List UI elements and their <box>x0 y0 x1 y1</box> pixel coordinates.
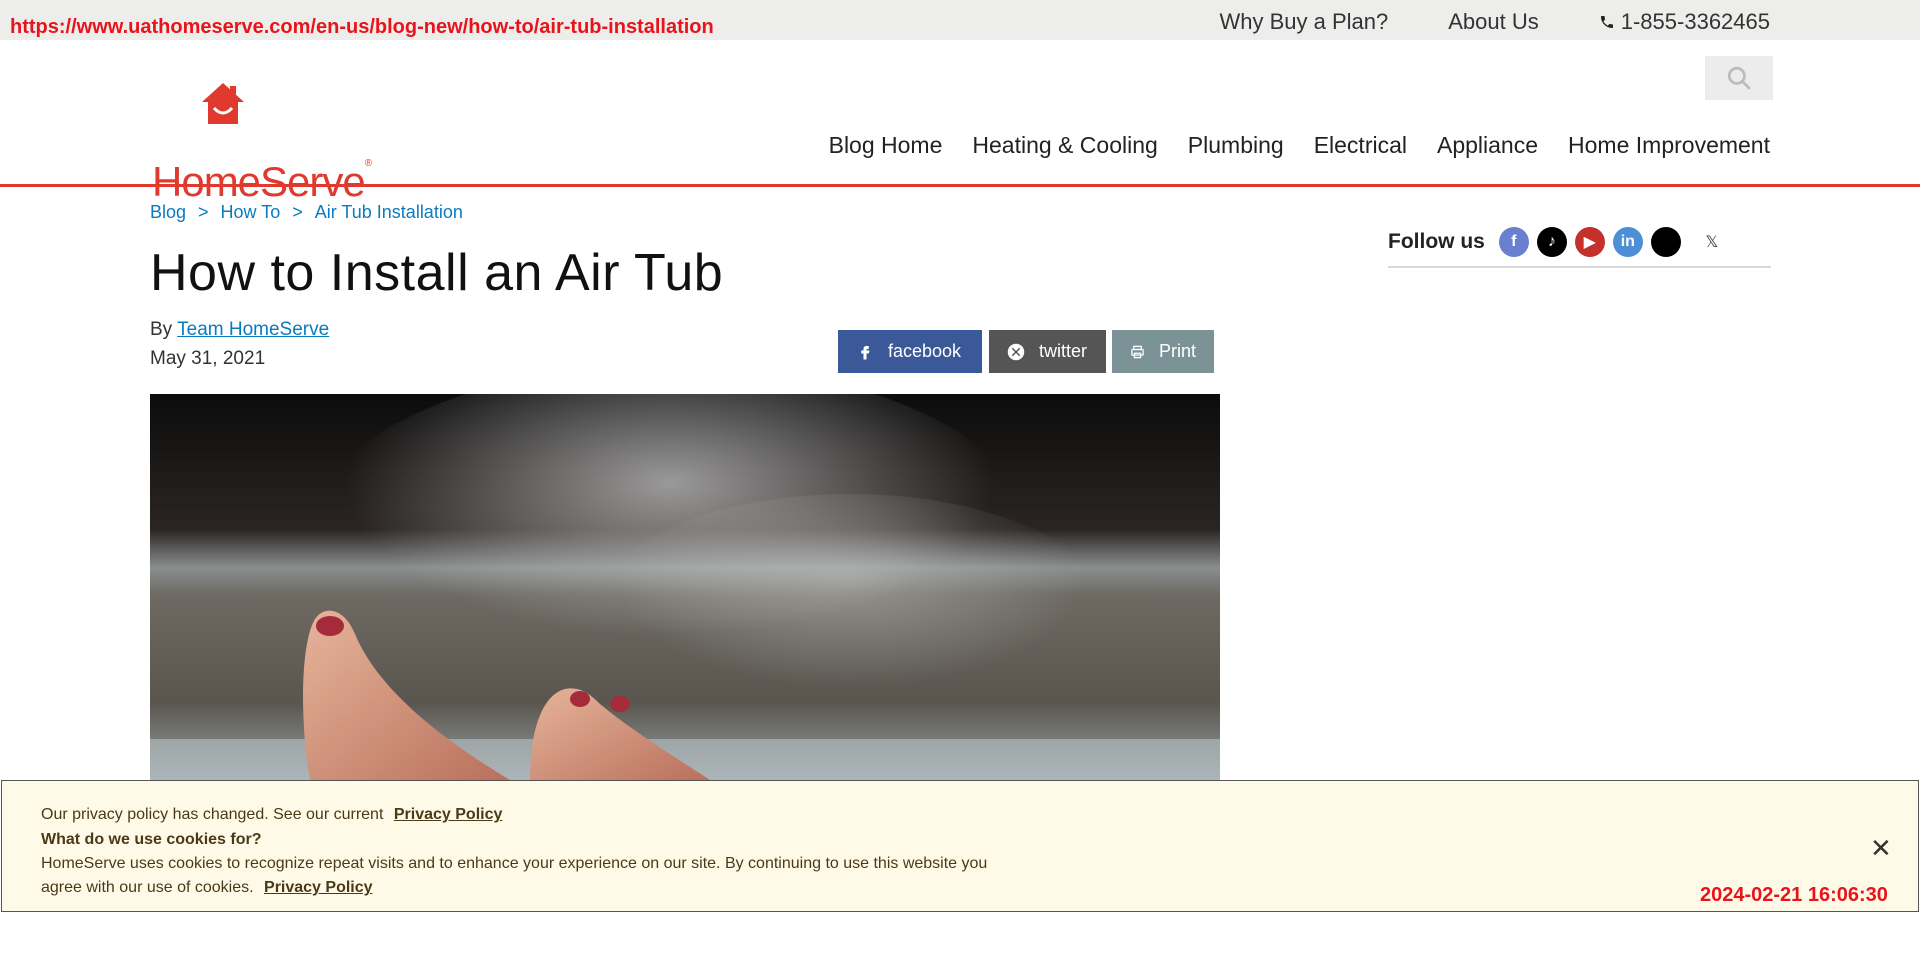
search-icon <box>1727 66 1751 90</box>
nav-home-improvement[interactable]: Home Improvement <box>1568 132 1770 159</box>
site-header: HomeServe® Blog Home Heating & Cooling P… <box>0 40 1920 205</box>
why-buy-plan-link[interactable]: Why Buy a Plan? <box>1220 9 1389 35</box>
byline-prefix: By <box>150 319 173 340</box>
nav-appliance[interactable]: Appliance <box>1437 132 1538 159</box>
breadcrumb: Blog > How To > Air Tub Installation <box>150 202 463 223</box>
phone-link[interactable]: 1-855-3362465 <box>1599 9 1770 35</box>
url-overlay: https://www.uathomeserve.com/en-us/blog-… <box>10 16 714 38</box>
cookie-description: HomeServe uses cookies to recognize repe… <box>41 855 988 872</box>
page-title: How to Install an Air Tub <box>150 244 724 302</box>
main-nav: Blog Home Heating & Cooling Plumbing Ele… <box>829 132 1770 159</box>
youtube-icon[interactable]: ▶ <box>1574 227 1605 257</box>
nav-electrical[interactable]: Electrical <box>1314 132 1407 159</box>
cookie-banner: Our privacy policy has changed. See our … <box>1 780 1919 912</box>
byline: By Team HomeServe <box>150 319 329 341</box>
close-icon[interactable]: ✕ <box>1870 833 1892 864</box>
timestamp-overlay: 2024-02-21 16:06:30 <box>1700 884 1888 906</box>
threads-icon[interactable] <box>1650 227 1681 257</box>
about-us-link[interactable]: About Us <box>1448 9 1539 35</box>
homeserve-logo[interactable]: HomeServe® <box>150 80 372 205</box>
cookie-line-4: agree with our use of cookies. Privacy P… <box>41 879 373 897</box>
logo-wordmark: HomeServe® <box>152 158 372 205</box>
utility-links: Why Buy a Plan? About Us 1-855-3362465 <box>1220 9 1771 35</box>
search-button[interactable] <box>1705 56 1773 100</box>
breadcrumb-how-to[interactable]: How To <box>221 202 281 223</box>
breadcrumb-air-tub-installation[interactable]: Air Tub Installation <box>315 202 463 223</box>
breadcrumb-separator: > <box>292 202 303 222</box>
breadcrumb-separator: > <box>198 202 209 222</box>
share-twitter-button[interactable]: twitter <box>989 330 1106 373</box>
print-icon <box>1131 345 1144 358</box>
hero-image <box>150 394 1220 780</box>
follow-us-label: Follow us <box>1388 230 1485 253</box>
facebook-icon[interactable]: f <box>1498 227 1529 257</box>
privacy-policy-link[interactable]: Privacy Policy <box>264 879 373 896</box>
hot-tub-feet-illustration <box>150 394 1220 780</box>
phone-icon <box>1600 16 1613 28</box>
breadcrumb-blog[interactable]: Blog <box>150 202 186 223</box>
author-link[interactable]: Team HomeServe <box>177 319 329 340</box>
cookie-policy-changed-text: Our privacy policy has changed. See our … <box>41 806 384 823</box>
phone-number: 1-855-3362465 <box>1620 9 1770 34</box>
nav-blog-home[interactable]: Blog Home <box>829 132 943 159</box>
x-icon <box>1007 343 1025 360</box>
print-label: Print <box>1158 341 1196 361</box>
cookie-heading: What do we use cookies for? <box>41 831 262 848</box>
share-twitter-label: twitter <box>1039 341 1088 361</box>
linkedin-icon[interactable]: in <box>1612 227 1643 257</box>
nav-heating-cooling[interactable]: Heating & Cooling <box>972 132 1157 159</box>
follow-us-bar: Follow us f ♪ ▶ in 𝕏 <box>1388 218 1771 268</box>
privacy-policy-link[interactable]: Privacy Policy <box>394 806 503 823</box>
nav-plumbing[interactable]: Plumbing <box>1188 132 1284 159</box>
cookie-agree-text: agree with our use of cookies. <box>41 879 254 896</box>
print-button[interactable]: Print <box>1112 330 1214 373</box>
tiktok-icon[interactable]: ♪ <box>1536 227 1567 257</box>
x-icon[interactable]: 𝕏 <box>1697 227 1727 257</box>
share-facebook-label: facebook <box>888 341 962 361</box>
facebook-icon <box>861 345 870 359</box>
publish-date: May 31, 2021 <box>150 348 266 369</box>
house-logo-icon <box>202 83 244 124</box>
cookie-line-1: Our privacy policy has changed. See our … <box>41 806 502 824</box>
share-facebook-button[interactable]: facebook <box>838 330 982 373</box>
